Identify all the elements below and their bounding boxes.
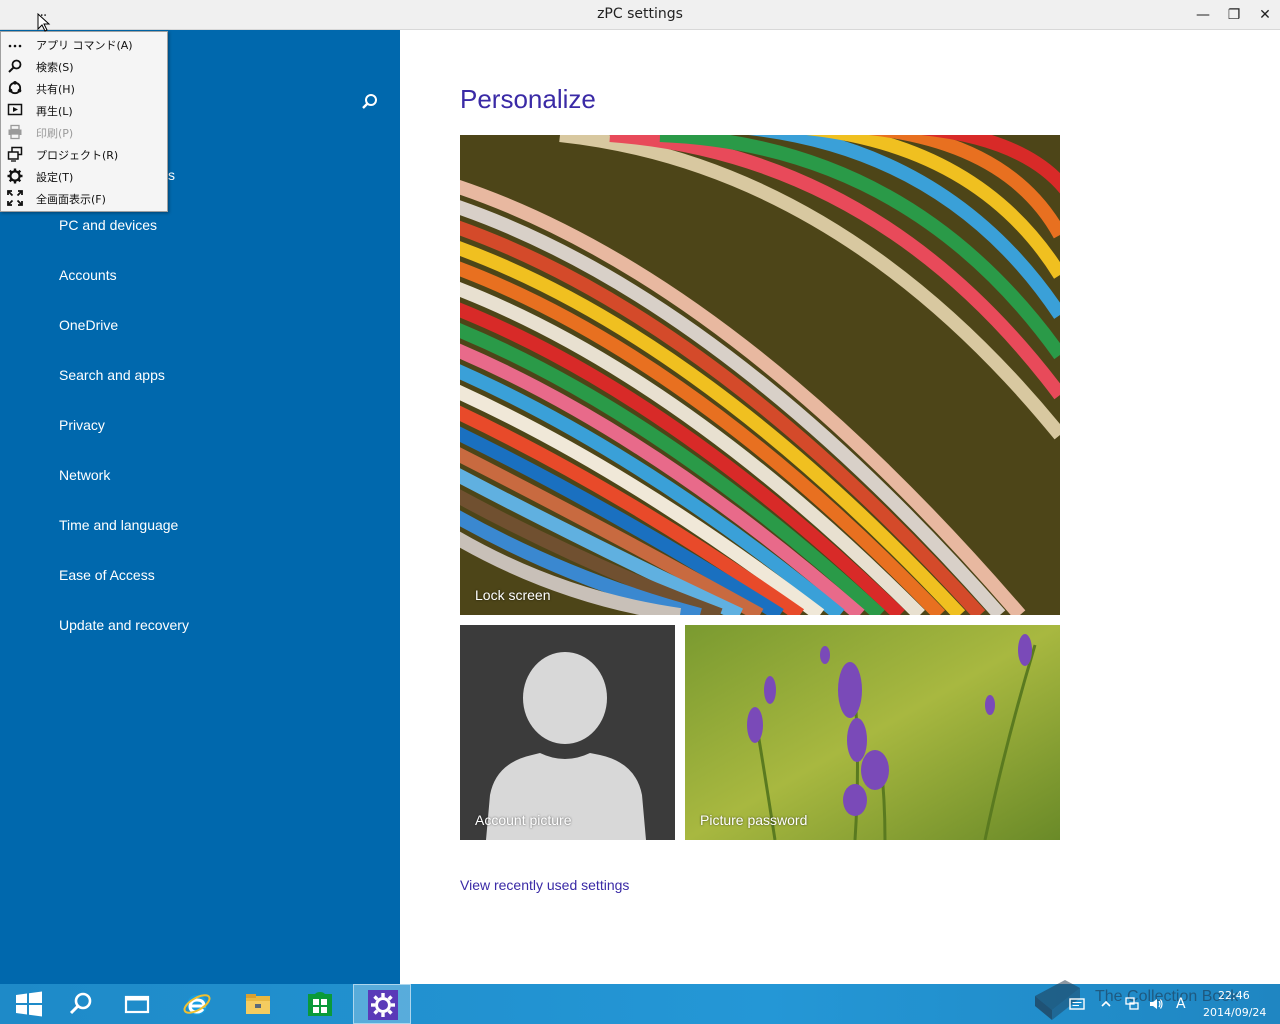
close-button[interactable]: ✕ bbox=[1253, 4, 1277, 26]
watermark-text: The Collection Book bbox=[1095, 988, 1239, 1005]
clock-time[interactable]: 22:46 bbox=[1218, 989, 1250, 1002]
nav-item-onedrive[interactable]: OneDrive bbox=[59, 317, 118, 333]
store-button[interactable] bbox=[291, 984, 349, 1024]
nav-item-pc-and-devices[interactable]: PC and devices bbox=[59, 217, 157, 233]
window-title: zPC settings bbox=[597, 6, 683, 22]
menu-item-label: 共有(H) bbox=[36, 83, 75, 96]
show-hidden-icons-icon[interactable] bbox=[1098, 996, 1114, 1012]
folder-icon bbox=[246, 994, 270, 1014]
picture-password-tile[interactable]: Picture password bbox=[685, 625, 1060, 840]
account-silhouette-icon bbox=[460, 625, 675, 840]
start-button[interactable] bbox=[0, 984, 58, 1024]
taskbar-search-button[interactable] bbox=[52, 984, 110, 1024]
internet-explorer-button[interactable] bbox=[168, 984, 226, 1024]
lock-screen-tile[interactable]: Lock screen bbox=[460, 135, 1060, 615]
internet-explorer-icon bbox=[183, 994, 211, 1015]
ime-indicator[interactable]: A bbox=[1176, 996, 1186, 1012]
volume-icon[interactable] bbox=[1148, 996, 1164, 1012]
play-icon bbox=[7, 102, 23, 118]
nav-item-search-and-apps[interactable]: Search and apps bbox=[59, 367, 165, 383]
windows-logo-icon bbox=[16, 991, 42, 1017]
menu-item-label: プロジェクト(R) bbox=[36, 149, 119, 162]
menu-item-play[interactable]: 再生(L) bbox=[1, 99, 167, 121]
search-icon[interactable] bbox=[360, 92, 380, 112]
title-bar: ... zPC settings — ❐ ✕ bbox=[0, 0, 1280, 30]
gear-icon bbox=[7, 168, 23, 184]
nav-item-accounts[interactable]: Accounts bbox=[59, 267, 117, 283]
menu-item-label: 検索(S) bbox=[36, 61, 74, 74]
restore-button[interactable]: ❐ bbox=[1222, 4, 1246, 26]
view-recent-settings-link[interactable]: View recently used settings bbox=[460, 877, 629, 893]
account-picture-label: Account picture bbox=[475, 812, 572, 828]
gear-icon bbox=[368, 990, 398, 1020]
more-icon bbox=[7, 36, 23, 52]
menu-item-label: 再生(L) bbox=[36, 105, 73, 118]
menu-item-label: 設定(T) bbox=[36, 171, 74, 184]
nav-item-update-and-recovery[interactable]: Update and recovery bbox=[59, 617, 189, 633]
pc-settings-taskbar-button[interactable] bbox=[353, 984, 411, 1024]
print-icon bbox=[7, 124, 23, 140]
menu-item-share[interactable]: 共有(H) bbox=[1, 77, 167, 99]
menu-item-label: 印刷(P) bbox=[36, 127, 74, 140]
app-commands-menu: アプリ コマンド(A) 検索(S) 共有(H) 再生(L) 印刷(P) プロジェ… bbox=[0, 31, 168, 212]
fullscreen-icon bbox=[7, 190, 23, 206]
lock-screen-label: Lock screen bbox=[475, 587, 551, 603]
network-icon[interactable] bbox=[1124, 996, 1140, 1012]
nav-item-time-and-language[interactable]: Time and language bbox=[59, 517, 178, 533]
page-title: Personalize bbox=[460, 84, 596, 114]
menu-item-settings[interactable]: 設定(T) bbox=[1, 165, 167, 187]
minimize-button[interactable]: — bbox=[1191, 4, 1215, 26]
file-explorer-button[interactable] bbox=[229, 984, 287, 1024]
picture-password-label: Picture password bbox=[700, 812, 808, 828]
project-icon bbox=[7, 146, 23, 162]
search-icon bbox=[7, 58, 23, 74]
mouse-cursor-icon bbox=[37, 13, 51, 32]
menu-item-print: 印刷(P) bbox=[1, 121, 167, 143]
share-icon bbox=[7, 80, 23, 96]
search-icon bbox=[69, 992, 92, 1015]
menu-item-label: 全画面表示(F) bbox=[36, 193, 106, 206]
lock-screen-image bbox=[460, 135, 1060, 615]
nav-item-partial[interactable]: s bbox=[168, 167, 175, 183]
clock-date[interactable]: 2014/09/24 bbox=[1203, 1006, 1266, 1019]
action-center-icon[interactable] bbox=[1069, 996, 1085, 1012]
taskbar: The Collection Book A 22:46 2014/09/24 bbox=[0, 980, 1280, 1024]
nav-item-privacy[interactable]: Privacy bbox=[59, 417, 105, 433]
menu-item-label: アプリ コマンド(A) bbox=[36, 39, 133, 52]
account-picture-tile[interactable]: Account picture bbox=[460, 625, 675, 840]
menu-item-fullscreen[interactable]: 全画面表示(F) bbox=[1, 187, 167, 209]
store-icon bbox=[308, 991, 332, 1016]
menu-item-app-commands[interactable]: アプリ コマンド(A) bbox=[1, 33, 167, 55]
task-view-button[interactable] bbox=[108, 984, 166, 1024]
nav-item-network[interactable]: Network bbox=[59, 467, 110, 483]
menu-item-project[interactable]: プロジェクト(R) bbox=[1, 143, 167, 165]
picture-password-image bbox=[685, 625, 1060, 840]
task-view-icon bbox=[124, 995, 150, 1014]
menu-item-search[interactable]: 検索(S) bbox=[1, 55, 167, 77]
nav-item-ease-of-access[interactable]: Ease of Access bbox=[59, 567, 155, 583]
